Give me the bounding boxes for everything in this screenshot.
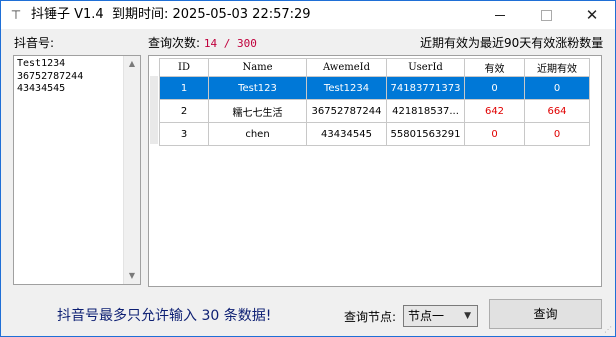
app-window: ⊤ 抖锤子 V1.4 到期时间: 2025-05-03 22:57:29 ✕ 抖… <box>0 0 616 337</box>
maximize-icon <box>541 10 552 21</box>
app-name: 抖锤子 V1.4 <box>31 7 104 22</box>
cell-valid: 0 <box>464 76 525 100</box>
column-header-valid[interactable]: 有效 <box>464 58 525 77</box>
table-row[interactable]: 2 糯七七生活 36752787244 421818537... 642 664 <box>159 99 590 123</box>
query-count-label: 查询次数: <box>148 36 201 50</box>
title-bar: ⊤ 抖锤子 V1.4 到期时间: 2025-05-03 22:57:29 ✕ <box>1 1 615 29</box>
cell-recent-valid: 664 <box>524 99 590 123</box>
cell-name: chen <box>208 122 307 146</box>
results-grid[interactable]: ID Name AwemeId UserId 有效 近期有效 1 Test123… <box>148 55 602 287</box>
cell-user-id: 55801563291 <box>386 122 465 146</box>
cell-id: 3 <box>159 122 209 146</box>
scroll-up-icon[interactable]: ▲ <box>124 56 140 72</box>
query-count: 查询次数: 14 / 300 <box>148 35 257 52</box>
column-header-user-id[interactable]: UserId <box>386 58 465 77</box>
column-header-aweme-id[interactable]: AwemeId <box>306 58 387 77</box>
minimize-button[interactable] <box>477 1 523 29</box>
input-limit-notice: 抖音号最多只允许输入 30 条数据! <box>57 308 272 324</box>
column-header-id[interactable]: ID <box>159 58 209 77</box>
close-icon: ✕ <box>585 6 599 24</box>
cell-aweme-id: 36752787244 <box>306 99 387 123</box>
cell-recent-valid: 0 <box>524 76 590 100</box>
results-table: ID Name AwemeId UserId 有效 近期有效 1 Test123… <box>159 58 590 146</box>
douyin-id-label: 抖音号: <box>14 36 55 50</box>
cell-valid: 0 <box>464 122 525 146</box>
query-node-label: 查询节点: <box>344 310 397 324</box>
cell-recent-valid: 0 <box>524 122 590 146</box>
cell-name: Test123 <box>208 76 307 100</box>
cell-aweme-id: Test1234 <box>306 76 387 100</box>
table-row[interactable]: 3 chen 43434545 55801563291 0 0 <box>159 122 590 146</box>
hammer-app-icon: ⊤ <box>10 8 22 22</box>
cell-name: 糯七七生活 <box>208 99 307 123</box>
douyin-id-text: Test1234 36752787244 43434545 <box>17 58 84 94</box>
cell-user-id: 74183771373 <box>386 76 465 100</box>
table-header-row: ID Name AwemeId UserId 有效 近期有效 <box>159 58 590 77</box>
cell-id: 2 <box>159 99 209 123</box>
row-header-strip <box>150 76 158 144</box>
column-header-recent-valid[interactable]: 近期有效 <box>524 58 590 77</box>
query-button[interactable]: 查询 <box>489 299 602 329</box>
vertical-scrollbar[interactable]: ▲ ▼ <box>123 56 140 284</box>
query-node-selected: 节点一 <box>408 309 445 323</box>
query-node-select[interactable]: 节点一 ▼ <box>403 305 478 327</box>
expiry-label: 到期时间: <box>111 7 169 22</box>
expiry-value: 2025-05-03 22:57:29 <box>172 7 311 22</box>
cell-valid: 642 <box>464 99 525 123</box>
cell-user-id: 421818537... <box>386 99 465 123</box>
resize-grip-icon[interactable]: ⋰ <box>604 325 614 335</box>
cell-aweme-id: 43434545 <box>306 122 387 146</box>
maximize-button[interactable] <box>523 1 569 29</box>
column-header-name[interactable]: Name <box>208 58 307 77</box>
recent-valid-note: 近期有效为最近90天有效涨粉数量 <box>420 36 604 50</box>
douyin-id-textarea[interactable]: Test1234 36752787244 43434545 ▲ ▼ <box>13 55 141 285</box>
table-row[interactable]: 1 Test123 Test1234 74183771373 0 0 <box>159 76 590 100</box>
scroll-down-icon[interactable]: ▼ <box>124 268 140 284</box>
chevron-down-icon: ▼ <box>464 311 471 321</box>
cell-id: 1 <box>159 76 209 100</box>
close-button[interactable]: ✕ <box>569 1 615 29</box>
query-count-value: 14 / 300 <box>203 37 257 50</box>
window-title: 抖锤子 V1.4 到期时间: 2025-05-03 22:57:29 <box>31 6 311 24</box>
minimize-icon <box>495 15 505 16</box>
